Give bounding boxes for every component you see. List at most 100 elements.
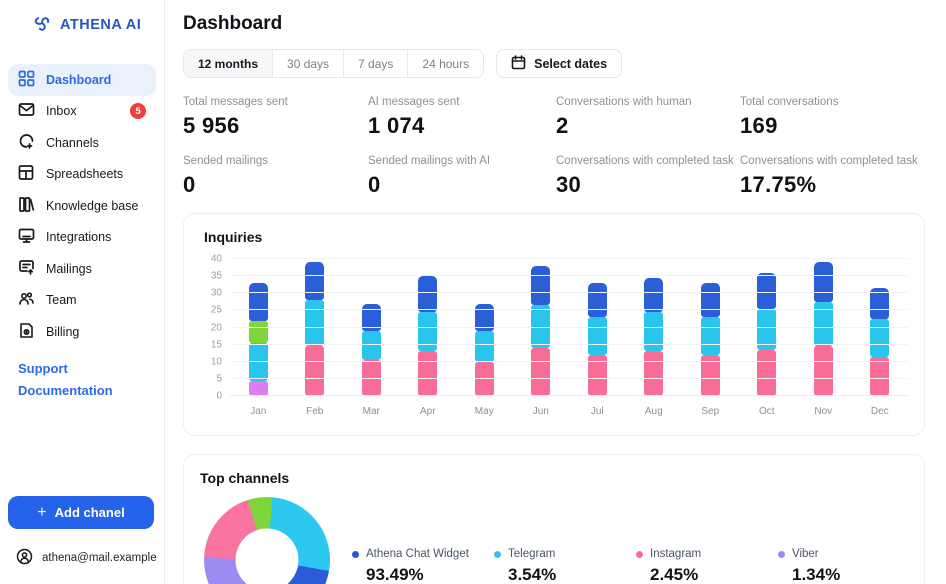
bar-segment-green	[249, 321, 268, 343]
stacked-bar-jul	[588, 283, 607, 396]
documentation-link[interactable]: Documentation	[18, 383, 164, 398]
gridline	[230, 327, 908, 328]
inquiries-title: Inquiries	[204, 229, 908, 245]
range-tab-7-days[interactable]: 7 days	[344, 50, 408, 77]
sidebar-item-label: Knowledge base	[46, 199, 138, 213]
gridline	[230, 378, 908, 379]
select-dates-label: Select dates	[534, 57, 607, 71]
legend-value: 2.45%	[650, 565, 778, 584]
legend-head: Viber	[778, 548, 920, 560]
sidebar-item-label: Channels	[46, 136, 99, 150]
sidebar-item-dashboard[interactable]: Dashboard	[8, 64, 156, 96]
sidebar-item-inbox[interactable]: Inbox 5	[8, 96, 156, 128]
inbox-unread-badge: 5	[130, 103, 146, 119]
stat-value: 1 074	[368, 113, 556, 139]
x-tick: Sep	[682, 406, 739, 417]
app-window: ATHENA AI Dashboard Inbox	[0, 0, 946, 584]
stat-label: Sended mailings with AI	[368, 155, 556, 167]
sidebar-item-spreadsheets[interactable]: Spreadsheets	[8, 159, 156, 191]
support-link[interactable]: Support	[18, 361, 164, 376]
stat-value: 5 956	[183, 113, 368, 139]
x-tick: Jun	[513, 406, 570, 417]
bar-segment-blue	[644, 278, 663, 312]
x-tick: Aug	[626, 406, 683, 417]
range-tab-12-months[interactable]: 12 months	[184, 50, 273, 77]
bar-segment-orchid	[249, 381, 268, 396]
add-channel-button[interactable]: + Add chanel	[8, 496, 154, 529]
account-row[interactable]: athena@mail.example	[0, 542, 164, 584]
bar-slot	[343, 259, 400, 396]
stat-value: 30	[556, 172, 740, 198]
legend-dot	[352, 551, 359, 558]
account-email: athena@mail.example	[42, 552, 157, 564]
sidebar-item-team[interactable]: Team	[8, 285, 156, 317]
stat-label: AI messages sent	[368, 96, 556, 108]
bar-slot	[739, 259, 796, 396]
stat-label: Sended mailings	[183, 155, 368, 167]
legend-item-instagram: Instagram 2.45%	[636, 548, 778, 584]
bar-plot-area	[230, 259, 908, 396]
bar-slot	[569, 259, 626, 396]
brand-name: ATHENA AI	[60, 17, 141, 33]
sidebar-item-knowledge-base[interactable]: Knowledge base	[8, 190, 156, 222]
stat-label: Conversations with human	[556, 96, 740, 108]
x-tick: May	[456, 406, 513, 417]
bar-segment-pink	[475, 362, 494, 396]
bar-segment-pink	[644, 351, 663, 396]
sidebar-item-billing[interactable]: Billing	[8, 316, 156, 348]
stat-value: 2	[556, 113, 740, 139]
x-tick: Oct	[739, 406, 796, 417]
stacked-bar-jun	[531, 266, 550, 396]
user-avatar-icon	[16, 548, 33, 568]
bar-segment-cyan	[362, 331, 381, 360]
stat-card: Conversations with human 2	[556, 80, 740, 139]
bar-slot	[626, 259, 683, 396]
x-tick: Apr	[400, 406, 457, 417]
select-dates-button[interactable]: Select dates	[496, 49, 622, 78]
stats-grid: Total messages sent 5 956 AI messages sen…	[183, 80, 925, 198]
dashboard-grid-icon	[18, 70, 35, 90]
y-tick: 25	[211, 305, 222, 316]
sidebar-item-channels[interactable]: Channels	[8, 127, 156, 159]
sidebar-spacer	[0, 398, 164, 497]
stacked-bar-sep	[701, 283, 720, 396]
bar-segment-pink	[870, 357, 889, 396]
sidebar-item-label: Billing	[46, 325, 79, 339]
y-tick: 10	[211, 356, 222, 367]
range-tab-24-hours[interactable]: 24 hours	[408, 50, 483, 77]
legend-head: Instagram	[636, 548, 778, 560]
message-send-icon	[18, 259, 35, 279]
bar-segment-blue	[249, 283, 268, 321]
bar-segment-cyan	[418, 312, 437, 351]
bar-segment-blue	[757, 273, 776, 309]
stacked-bar-nov	[814, 262, 833, 396]
stat-label: Total messages sent	[183, 96, 368, 108]
stat-card: Total messages sent 5 956	[183, 80, 368, 139]
stat-card: Conversations with completed task17.75%	[740, 139, 925, 198]
bar-segment-cyan	[701, 317, 720, 355]
stat-card: Sended mailings with AI0	[368, 139, 556, 198]
table-icon	[18, 164, 35, 184]
sidebar-item-mailings[interactable]: Mailings	[8, 253, 156, 285]
bar-slot	[230, 259, 287, 396]
bar-segment-cyan	[588, 317, 607, 355]
sidebar-item-label: Team	[46, 293, 77, 307]
stacked-bar-mar	[362, 304, 381, 396]
legend-dot	[636, 551, 643, 558]
users-icon	[18, 290, 35, 310]
bar-segment-pink	[814, 346, 833, 396]
top-channels-card: Top channels Athena Chat Widget93.49%Tel…	[183, 454, 925, 584]
x-tick: Jan	[230, 406, 287, 417]
stat-label: Conversations with completed task	[556, 155, 740, 167]
top-channels-body: Athena Chat Widget93.49%Telegram3.54%Ins…	[200, 497, 908, 584]
sidebar-item-label: Mailings	[46, 262, 92, 276]
range-tab-30-days[interactable]: 30 days	[273, 50, 344, 77]
y-tick: 35	[211, 271, 222, 282]
gridline	[230, 292, 908, 293]
stat-card: Total conversations169	[740, 80, 925, 139]
inquiries-chart: 0510152025303540	[204, 259, 908, 396]
bar-segment-cyan	[305, 300, 324, 346]
bar-segment-blue	[305, 262, 324, 300]
sidebar-item-integrations[interactable]: Integrations	[8, 222, 156, 254]
bar-slot	[852, 259, 909, 396]
